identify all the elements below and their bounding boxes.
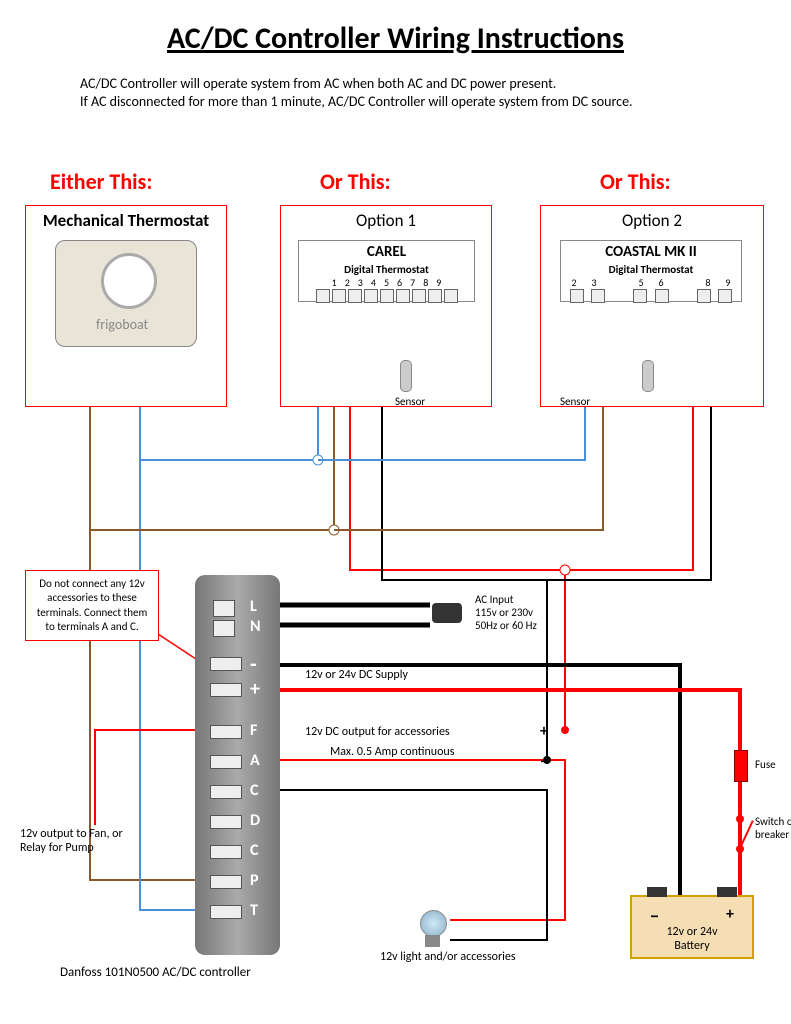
coastal-sensor-label: Sensor bbox=[560, 395, 590, 408]
page-title: AC/DC Controller Wiring Instructions bbox=[0, 20, 791, 57]
switch-bottom bbox=[736, 845, 744, 853]
warning-note: Do not connect any 12v accessories to th… bbox=[25, 570, 159, 641]
intro-text: AC/DC Controller will operate system fro… bbox=[80, 75, 633, 111]
fuse-label: Fuse bbox=[755, 758, 776, 771]
frigoboat-label: frigoboat bbox=[96, 316, 148, 333]
light-label: 12v light and/or accessories bbox=[380, 950, 516, 964]
danfoss-controller: L N - + F A C D C P T bbox=[195, 575, 280, 955]
option1-box: Option 1 bbox=[280, 205, 492, 407]
option1-title: Option 1 bbox=[281, 206, 491, 235]
heading-either: Either This: bbox=[50, 168, 152, 195]
carel-sensor-label: Sensor bbox=[395, 395, 425, 408]
coastal-device: COASTAL MK II Digital Thermostat 235689 bbox=[560, 240, 742, 302]
carel-brand: CAREL bbox=[299, 241, 474, 263]
switch-label: Switch or breaker bbox=[755, 815, 791, 841]
battery-icon: − + 12v or 24v Battery bbox=[630, 895, 754, 959]
carel-term-nums: 123456789 bbox=[299, 276, 474, 289]
carel-sub: Digital Thermostat bbox=[299, 263, 474, 276]
controller-caption: Danfoss 101N0500 AC/DC controller bbox=[60, 965, 251, 980]
dc-supply-label: 12v or 24v DC Supply bbox=[305, 668, 408, 682]
switch-top bbox=[736, 815, 744, 823]
plus-sign: + bbox=[540, 722, 548, 741]
carel-sensor bbox=[400, 360, 412, 392]
heading-or1: Or This: bbox=[320, 168, 391, 195]
thermostat-dial bbox=[101, 253, 157, 309]
fuse-icon bbox=[734, 750, 748, 782]
coastal-brand: COASTAL MK II bbox=[561, 241, 741, 263]
coastal-terminals bbox=[561, 289, 741, 303]
coastal-term-nums: 235689 bbox=[561, 276, 741, 289]
minus-sign: − bbox=[540, 750, 549, 772]
wiring-lines bbox=[0, 0, 791, 1024]
ac-plug-icon bbox=[432, 603, 462, 623]
ac-input-label: AC Input 115v or 230v 50Hz or 60 Hz bbox=[475, 593, 537, 632]
coastal-sensor bbox=[642, 360, 654, 392]
option2-title: Option 2 bbox=[541, 206, 763, 235]
bulb-base bbox=[425, 935, 440, 947]
carel-terminals bbox=[299, 289, 474, 303]
dc-out-label2: Max. 0.5 Amp continuous bbox=[330, 745, 454, 759]
fan-label: 12v output to Fan, or Relay for Pump bbox=[20, 827, 150, 855]
heading-or2: Or This: bbox=[600, 168, 671, 195]
mechanical-title: Mechanical Thermostat bbox=[26, 206, 226, 235]
light-bulb-icon bbox=[420, 910, 447, 937]
thermostat-device: frigoboat bbox=[55, 240, 197, 347]
dc-out-label1: 12v DC output for accessories bbox=[305, 725, 450, 739]
carel-device: CAREL Digital Thermostat 123456789 bbox=[298, 240, 475, 302]
coastal-sub: Digital Thermostat bbox=[561, 263, 741, 276]
